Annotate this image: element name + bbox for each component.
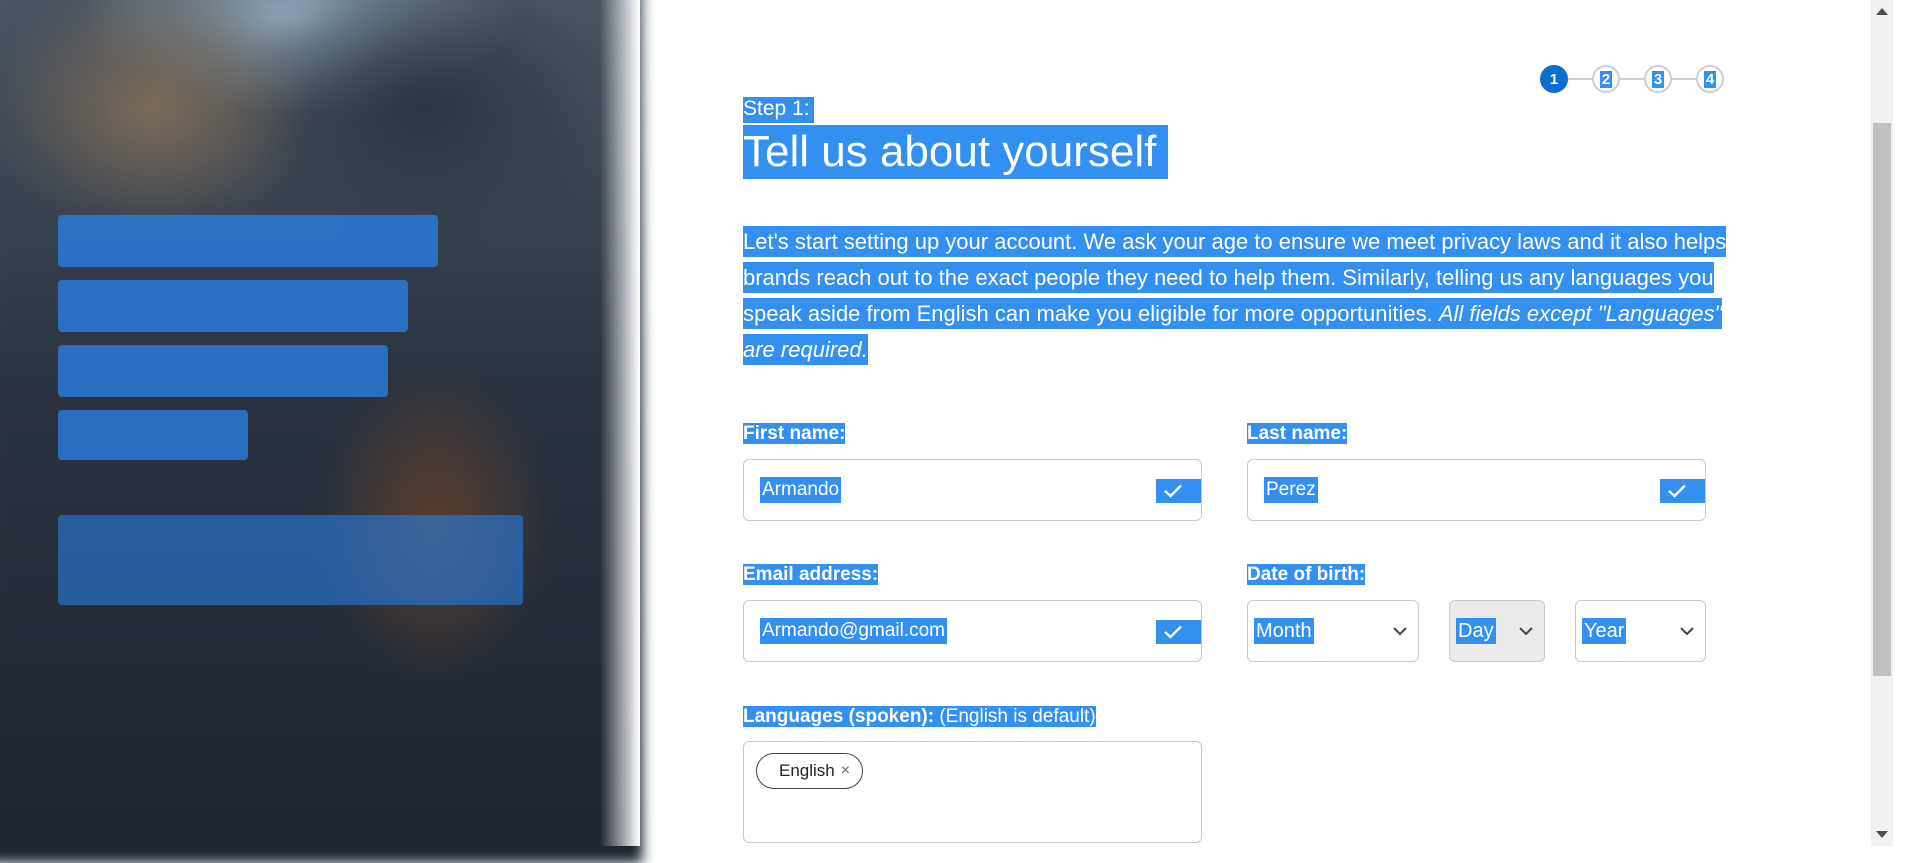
check-icon <box>1660 479 1705 503</box>
check-icon <box>1156 479 1201 503</box>
dob-label: Date of birth: <box>1247 564 1366 585</box>
first-name-label: First name: <box>743 423 846 444</box>
page-scrollbar[interactable] <box>1871 0 1893 846</box>
intro-paragraph: Let's start setting up your account. We … <box>743 224 1733 368</box>
hero-heading-blur <box>58 215 438 267</box>
step-2-number: 2 <box>1599 70 1613 88</box>
languages-label: Languages (spoken): <box>743 706 935 727</box>
email-label: Email address: <box>743 564 879 585</box>
step-connector <box>1568 78 1592 80</box>
language-chip-english[interactable]: English × <box>756 753 864 789</box>
last-name-field[interactable]: Perez <box>1247 459 1706 521</box>
step-1-number: 1 <box>1549 70 1559 88</box>
scroll-thumb[interactable] <box>1873 123 1891 676</box>
scroll-up-arrow-icon[interactable] <box>1876 8 1888 15</box>
step-2-indicator: 2 <box>1592 65 1620 93</box>
scroll-down-arrow-icon[interactable] <box>1876 831 1888 838</box>
step-4-indicator: 4 <box>1696 65 1724 93</box>
dob-year-select[interactable]: Year <box>1575 600 1706 662</box>
language-chip-label: English <box>779 761 835 780</box>
hero-subtext-blur <box>58 515 523 605</box>
languages-field[interactable]: English × <box>743 741 1202 843</box>
close-icon[interactable]: × <box>841 762 850 780</box>
dob-month-value: Month <box>1254 618 1314 644</box>
chevron-down-icon <box>1393 627 1407 636</box>
step-4-number: 4 <box>1703 70 1717 88</box>
first-name-field[interactable]: Armando <box>743 459 1202 521</box>
step-connector <box>1672 78 1696 80</box>
step-label: Step 1: <box>743 97 814 123</box>
last-name-label: Last name: <box>1247 423 1348 444</box>
hero-heading-blur <box>58 280 408 332</box>
dob-month-select[interactable]: Month <box>1247 600 1419 662</box>
step-1-indicator: 1 <box>1540 65 1568 93</box>
hero-edge-fade <box>600 0 640 846</box>
dob-day-select[interactable]: Day <box>1449 600 1545 662</box>
progress-stepper: 1 2 3 4 <box>1540 65 1724 93</box>
chevron-down-icon <box>1519 627 1533 636</box>
page-title: Tell us about yourself <box>743 125 1169 179</box>
dob-day-value: Day <box>1456 618 1496 644</box>
step-3-indicator: 3 <box>1644 65 1672 93</box>
step-3-number: 3 <box>1651 70 1665 88</box>
last-name-value: Perez <box>1264 477 1318 503</box>
signup-form-panel: 1 2 3 4 Step 1: Tell us about yourself L… <box>743 0 1733 846</box>
hero-heading-blur <box>58 410 248 460</box>
hero-heading-blur <box>58 345 388 397</box>
dob-year-value: Year <box>1582 618 1627 644</box>
email-value: Armando@gmail.com <box>760 618 947 644</box>
first-name-value: Armando <box>760 477 842 503</box>
chevron-down-icon <box>1680 627 1694 636</box>
languages-hint: (English is default) <box>939 706 1096 727</box>
email-field[interactable]: Armando@gmail.com <box>743 600 1202 662</box>
step-connector <box>1620 78 1644 80</box>
check-icon <box>1156 620 1201 644</box>
